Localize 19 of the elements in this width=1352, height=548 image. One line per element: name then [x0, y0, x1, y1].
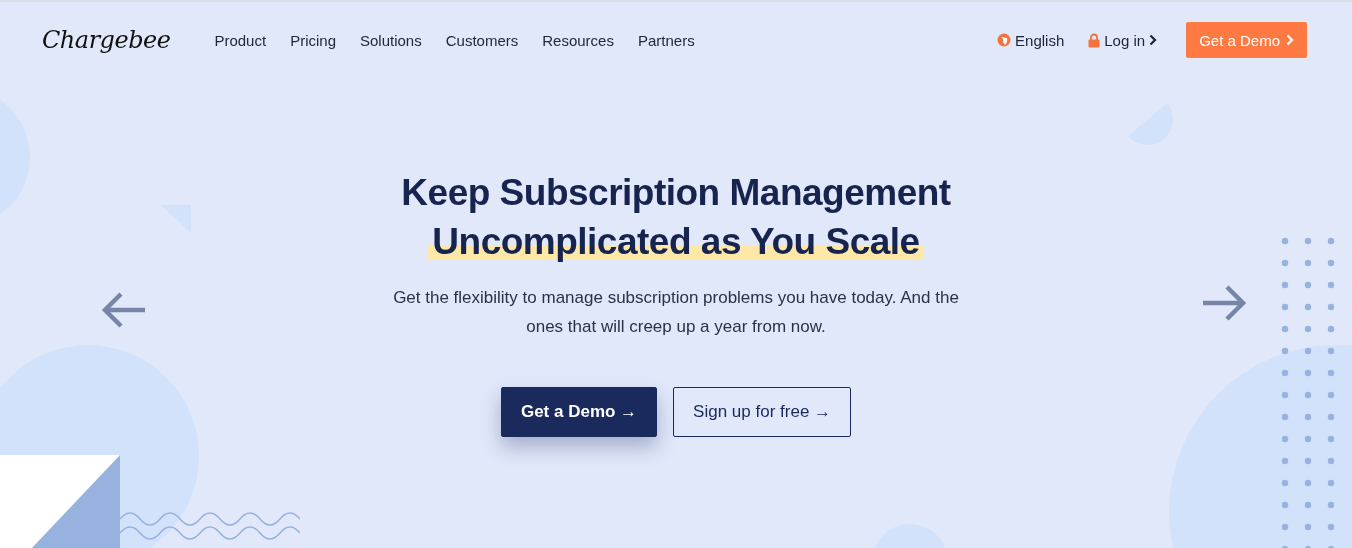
subtitle: Get the flexibility to manage subscription problems you have today. And the ones that will creep up a year from now.	[392, 287, 960, 338]
previous-arrow-icon[interactable]	[100, 290, 148, 330]
nav-link[interactable]: Resources	[542, 31, 614, 49]
chevron-icon	[1286, 34, 1294, 46]
next-arrow-icon[interactable]	[1200, 283, 1248, 323]
headline: Keep Subscription Management	[400, 171, 952, 215]
get-demo-button[interactable]: Get a Demo →	[500, 387, 658, 437]
lock-icon	[1088, 32, 1101, 48]
globe-icon	[997, 33, 1012, 47]
login-link[interactable]: Log in	[1088, 31, 1158, 49]
sign-up-button[interactable]: Sign up for free →	[673, 387, 852, 437]
nav-link[interactable]: Partners	[637, 31, 695, 49]
logo[interactable]: Chargebee	[42, 26, 171, 54]
nav-link[interactable]: Solutions	[360, 31, 422, 49]
nav-link[interactable]: Pricing	[290, 31, 336, 49]
nav-link[interactable]: Customers	[445, 31, 519, 49]
language-selector[interactable]: English	[997, 31, 1065, 49]
nav-link[interactable]: Product	[214, 31, 267, 49]
chevron-icon	[1149, 34, 1158, 46]
